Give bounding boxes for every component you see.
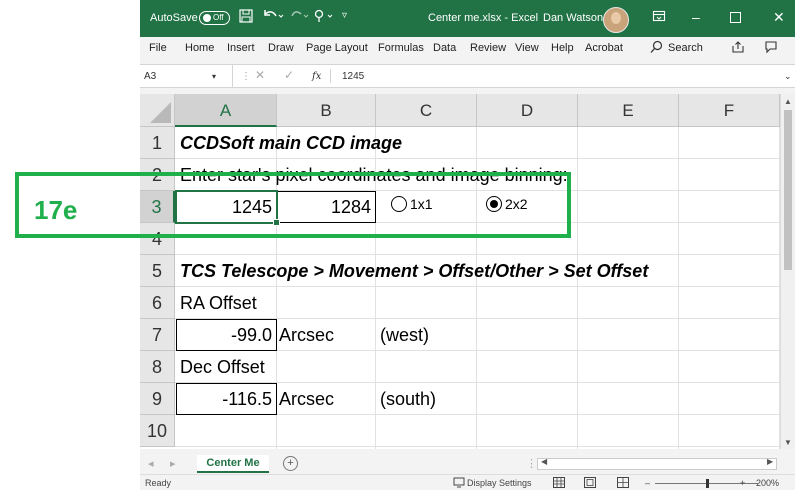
row-header-7[interactable]: 7 [140, 319, 175, 351]
name-box-value: A3 [144, 71, 157, 82]
vertical-scrollbar[interactable]: ▲ ▼ [780, 94, 795, 449]
column-header-a[interactable]: A [175, 94, 277, 127]
row-header-5[interactable]: 5 [140, 255, 175, 287]
scroll-down-icon[interactable]: ▼ [784, 438, 792, 447]
tab-data[interactable]: Data [433, 42, 456, 54]
search-icon[interactable] [650, 40, 663, 57]
cell-a5[interactable]: TCS Telescope > Movement > Offset/Other … [180, 255, 648, 287]
annotation-label: 17e [34, 195, 78, 225]
cell-a7[interactable]: -99.0 [176, 319, 272, 351]
redo-icon[interactable] [289, 8, 309, 27]
formula-options-icon: ⋮ [241, 71, 251, 82]
row-header-10[interactable]: 10 [140, 415, 175, 447]
column-header-b[interactable]: B [277, 94, 376, 127]
cell-b7[interactable]: Arcsec [279, 319, 334, 351]
add-sheet-icon[interactable]: + [283, 456, 298, 471]
scroll-right-icon[interactable]: ▶ [767, 457, 773, 466]
autosave-label: AutoSave [150, 12, 198, 24]
name-box[interactable]: A3 ▾ [140, 65, 233, 87]
tab-file[interactable]: File [149, 42, 167, 54]
column-header-c[interactable]: C [376, 94, 477, 127]
user-name[interactable]: Dan Watson [543, 12, 603, 24]
sheet-prev-icon[interactable]: ◂ [148, 457, 154, 470]
tab-page-layout[interactable]: Page Layout [306, 42, 368, 54]
row-header-8[interactable]: 8 [140, 351, 175, 383]
row-header-9[interactable]: 9 [140, 383, 175, 415]
status-ready: Ready [145, 478, 172, 488]
gridline [577, 127, 578, 449]
undo-icon[interactable] [262, 8, 284, 27]
tab-acrobat[interactable]: Acrobat [585, 42, 623, 54]
format-painter-icon[interactable] [313, 8, 337, 27]
scroll-up-icon[interactable]: ▲ [784, 97, 792, 106]
zoom-slider-knob[interactable] [706, 479, 709, 488]
comments-icon[interactable] [764, 40, 778, 57]
name-box-dropdown-icon[interactable]: ▾ [212, 72, 216, 81]
page-layout-view-icon[interactable] [584, 477, 596, 490]
ribbon-tabs: File Home Insert Draw Page Layout Formul… [140, 37, 795, 60]
column-header-d[interactable]: D [477, 94, 578, 127]
cell-b9[interactable]: Arcsec [279, 383, 334, 415]
expand-formula-bar-icon[interactable]: ⌄ [784, 71, 792, 82]
title-bar: AutoSave Off ▿ Center me.xlsx - Excel Da… [140, 0, 795, 37]
maximize-icon[interactable] [730, 10, 741, 26]
tab-insert[interactable]: Insert [227, 42, 255, 54]
formula-input[interactable]: 1245 [342, 71, 364, 82]
toggle-label: Off [213, 13, 224, 22]
status-bar: Ready Display Settings – + 200% [140, 474, 795, 490]
tab-review[interactable]: Review [470, 42, 506, 54]
display-settings-icon[interactable] [453, 477, 465, 490]
gridline [678, 127, 679, 449]
sheet-next-icon[interactable]: ▸ [170, 457, 176, 470]
search-box[interactable]: Search [668, 42, 703, 54]
scroll-left-icon[interactable]: ◀ [541, 457, 547, 466]
confirm-entry-icon[interactable]: ✓ [284, 68, 294, 82]
display-settings-button[interactable]: Display Settings [467, 478, 532, 488]
tab-home[interactable]: Home [185, 42, 214, 54]
insert-function-icon[interactable]: fx [312, 71, 321, 82]
excel-window: AutoSave Off ▿ Center me.xlsx - Excel Da… [140, 0, 795, 490]
toggle-knob [203, 14, 211, 22]
zoom-level[interactable]: 200% [756, 478, 779, 488]
save-icon[interactable] [238, 8, 254, 27]
tab-draw[interactable]: Draw [268, 42, 294, 54]
minimize-icon[interactable]: – [692, 9, 700, 25]
zoom-out-icon[interactable]: – [645, 478, 650, 488]
cell-a8[interactable]: Dec Offset [180, 351, 265, 383]
column-header-f[interactable]: F [679, 94, 780, 127]
gridline [175, 446, 780, 447]
cell-c9[interactable]: (south) [380, 383, 436, 415]
user-avatar[interactable] [603, 7, 629, 33]
tab-formulas[interactable]: Formulas [378, 42, 424, 54]
sheet-tab-bar: ◂ ▸ Center Me + ⋮ ◀ ▶ [140, 455, 795, 473]
scrollbar-thumb[interactable] [784, 110, 792, 270]
close-icon[interactable]: ✕ [773, 9, 785, 25]
page-break-view-icon[interactable] [617, 477, 629, 490]
normal-view-icon[interactable] [553, 477, 565, 490]
row-header-6[interactable]: 6 [140, 287, 175, 319]
share-icon[interactable] [731, 40, 745, 57]
column-header-e[interactable]: E [578, 94, 679, 127]
cell-a1[interactable]: CCDSoft main CCD image [180, 127, 402, 159]
cell-a6[interactable]: RA Offset [180, 287, 257, 319]
annotation-highlight-box [15, 172, 571, 238]
customize-qat-icon[interactable]: ▿ [342, 10, 347, 21]
sheet-tab-center-me[interactable]: Center Me [197, 455, 269, 473]
row-header-1[interactable]: 1 [140, 127, 175, 159]
ribbon-display-icon[interactable] [652, 9, 666, 26]
window-title: Center me.xlsx - Excel [428, 12, 539, 24]
cell-a9[interactable]: -116.5 [176, 383, 272, 415]
tab-help[interactable]: Help [551, 42, 574, 54]
horizontal-scrollbar[interactable] [537, 458, 777, 470]
tab-view[interactable]: View [515, 42, 539, 54]
cancel-entry-icon[interactable]: ✕ [255, 68, 265, 82]
cell-c7[interactable]: (west) [380, 319, 429, 351]
tab-split-icon[interactable]: ⋮ [526, 457, 537, 470]
select-all-corner[interactable] [140, 94, 175, 127]
worksheet-grid[interactable]: A B C D E F 1 2 3 4 5 6 7 8 9 10 CCDSoft… [140, 94, 780, 449]
formula-bar: A3 ▾ ⋮ ✕ ✓ fx 1245 ⌄ [140, 64, 795, 88]
zoom-in-icon[interactable]: + [740, 478, 745, 488]
autosave-toggle[interactable]: Off [199, 11, 230, 25]
